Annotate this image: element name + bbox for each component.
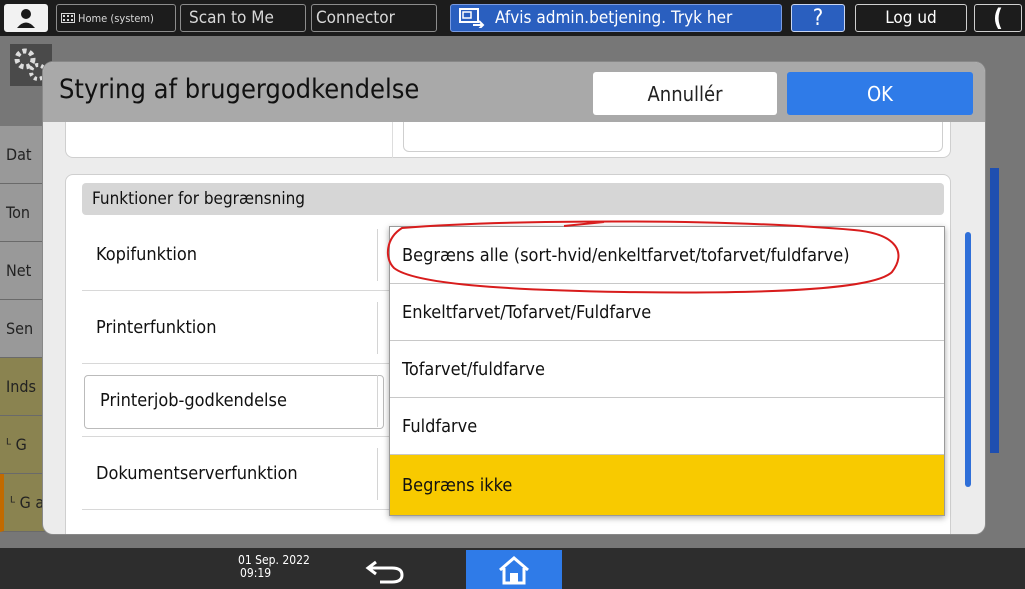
setting-label: Printerjob-godkendelse [100,390,287,411]
row-divider [377,448,378,500]
connector-label: Connector [316,8,395,28]
help-button[interactable]: ? [791,4,845,32]
dropdown-option-full-color[interactable]: Fuldfarve [390,398,944,455]
ok-button[interactable]: OK [787,72,973,115]
setting-label: Dokumentserverfunktion [96,463,298,484]
back-button[interactable] [362,556,412,584]
user-button[interactable] [4,4,48,32]
option-label: Enkeltfarvet/Tofarvet/Fuldfarve [402,301,652,323]
option-label: Tofarvet/fuldfarve [402,358,545,380]
moon-icon: ( [993,4,1003,32]
option-label: Begræns ikke [402,474,513,496]
home-system-button[interactable]: Home (system) [56,4,176,32]
previous-setting-field[interactable] [403,122,943,152]
scan-to-me-button[interactable]: Scan to Me [180,4,306,32]
back-arrow-icon [365,560,404,584]
cancel-button[interactable]: Annullér [593,72,777,115]
setting-label: Printerfunktion [96,317,217,338]
section-header: Funktioner for begrænsning [82,183,944,215]
option-label: Begræns alle (sort-hvid/enkeltfarvet/tof… [402,244,850,266]
user-icon [17,9,35,28]
dropdown-option-no-restriction[interactable]: Begræns ikke [390,455,944,515]
bg-row-4: Inds [0,358,46,416]
bg-row-2: Net [0,242,46,300]
bg-row-5: ᴸ G [0,416,46,474]
bg-row-6: ᴸ G a [0,474,46,532]
bg-row-1: Ton [0,184,46,242]
home-button[interactable] [466,550,562,589]
logout-button[interactable]: Log ud [855,4,967,32]
bottom-bar: 01 Sep. 2022 09:19 [0,548,1025,589]
previous-section-divider [392,122,952,158]
top-bar: Home (system) Scan to Me Connector Afvis… [0,0,1025,36]
dialog-title: Styring af brugergodkendelse [59,74,420,105]
bg-scrollbar [990,168,999,453]
admin-screen-icon [459,8,485,28]
dropdown-option-two-full[interactable]: Tofarvet/fuldfarve [390,341,944,398]
admin-operation-button[interactable]: Afvis admin.betjening. Tryk her [450,4,782,32]
previous-section-card [65,122,951,158]
bg-row-0: Dat [0,126,46,184]
row-divider [377,229,378,281]
dropdown-option-restrict-all[interactable]: Begræns alle (sort-hvid/enkeltfarvet/tof… [390,227,944,284]
date-time: 01 Sep. 2022 09:19 [238,554,310,580]
dialog-header: Styring af brugergodkendelse Annullér OK [43,62,985,122]
home-system-label: Home (system) [78,11,154,25]
row-divider [377,302,378,354]
dropdown-option-single-two-full[interactable]: Enkeltfarvet/Tofarvet/Fuldfarve [390,284,944,341]
row-divider [377,375,378,427]
copy-function-dropdown: Begræns alle (sort-hvid/enkeltfarvet/tof… [389,226,945,516]
scan-to-me-label: Scan to Me [189,8,274,28]
energy-saver-button[interactable]: ( [974,4,1022,32]
home-icon [499,555,529,584]
time-label: 09:19 [240,566,272,580]
logout-label: Log ud [885,8,937,28]
dialog-scrollbar[interactable] [965,232,971,487]
bg-row-3: Sen [0,300,46,358]
keypad-icon [61,13,75,23]
connector-button[interactable]: Connector [311,4,437,32]
help-label: ? [812,5,824,31]
setting-label: Kopifunktion [96,244,198,265]
option-label: Fuldfarve [402,415,478,437]
admin-operation-label: Afvis admin.betjening. Tryk her [495,8,733,28]
